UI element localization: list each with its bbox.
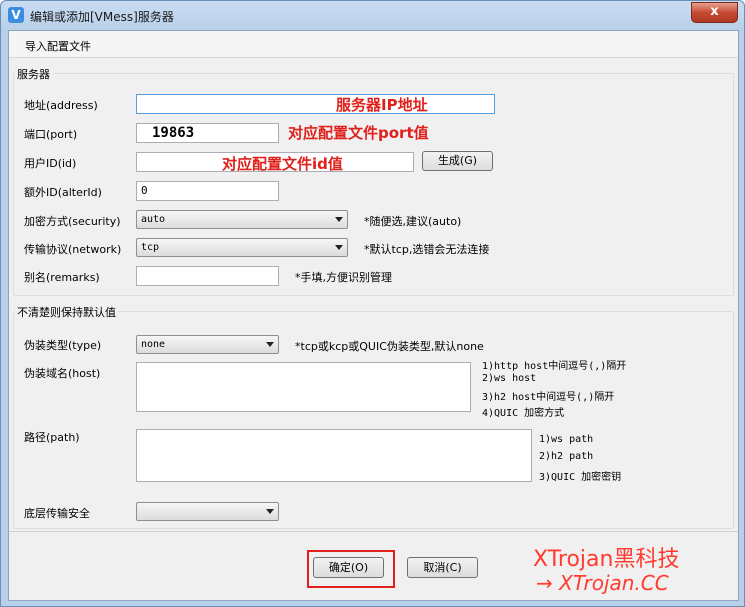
title-bar[interactable]: V 编辑或添加[VMess]服务器 x — [1, 1, 744, 29]
ok-button[interactable]: 确定(O) — [313, 557, 384, 578]
host-hint-2: 2)ws host — [482, 373, 537, 384]
security-label: 加密方式(security) — [24, 215, 121, 228]
port-value: 19863 — [152, 125, 195, 141]
host-textarea[interactable] — [136, 362, 471, 412]
dialog-window: V 编辑或添加[VMess]服务器 x 导入配置文件 服务器 地址(addres… — [0, 0, 745, 607]
type-hint: *tcp或kcp或QUIC伪装类型,默认none — [295, 340, 484, 353]
watermark-url: → XTrojan.CC — [536, 571, 669, 595]
path-hint-1: 1)ws path — [539, 434, 594, 445]
security-hint: *随便选,建议(auto) — [364, 215, 462, 228]
alterid-label: 额外ID(alterId) — [24, 186, 102, 199]
menu-bar: 导入配置文件 — [9, 31, 738, 58]
port-input[interactable]: 19863 — [136, 123, 279, 143]
network-hint: *默认tcp,选错会无法连接 — [364, 243, 490, 256]
address-input[interactable] — [136, 94, 495, 114]
defaults-group-legend: 不清楚则保持默认值 — [15, 304, 118, 320]
generate-id-button[interactable]: 生成(G) — [422, 151, 493, 171]
port-annotation: 对应配置文件port值 — [288, 124, 429, 142]
alterid-input[interactable]: 0 — [136, 181, 279, 201]
server-group-legend: 服务器 — [15, 66, 52, 82]
network-select[interactable]: tcp — [136, 238, 348, 257]
remarks-hint: *手填,方便识别管理 — [295, 271, 392, 284]
menu-import-config[interactable]: 导入配置文件 — [25, 38, 91, 54]
port-label: 端口(port) — [24, 128, 78, 141]
id-annotation: 对应配置文件id值 — [222, 155, 343, 173]
type-label: 伪装类型(type) — [24, 339, 102, 352]
type-value: none — [141, 339, 166, 350]
tls-label: 底层传输安全 — [24, 507, 90, 520]
path-hint-3: 3)QUIC 加密密钥 — [539, 472, 622, 483]
chevron-down-icon — [335, 217, 343, 222]
remarks-label: 别名(remarks) — [24, 271, 100, 284]
host-hint-4: 4)QUIC 加密方式 — [482, 408, 565, 419]
security-select[interactable]: auto — [136, 210, 348, 229]
footer-divider — [9, 531, 738, 532]
security-value: auto — [141, 214, 166, 225]
type-select[interactable]: none — [136, 335, 279, 354]
network-label: 传输协议(network) — [24, 243, 122, 256]
chevron-down-icon — [266, 509, 274, 514]
host-label: 伪装域名(host) — [24, 367, 101, 380]
network-value: tcp — [141, 242, 160, 253]
chevron-down-icon — [266, 342, 274, 347]
app-icon: V — [8, 7, 24, 23]
address-annotation: 服务器IP地址 — [336, 96, 428, 114]
id-label: 用户ID(id) — [24, 157, 77, 170]
path-hint-2: 2)h2 path — [539, 451, 594, 462]
cancel-button[interactable]: 取消(C) — [407, 557, 478, 578]
chevron-down-icon — [335, 245, 343, 250]
path-textarea[interactable] — [136, 429, 532, 482]
host-hint-1: 1)http host中间逗号(,)隔开 — [482, 361, 627, 372]
watermark-title: XTrojan黑科技 — [533, 547, 680, 572]
window-title: 编辑或添加[VMess]服务器 — [30, 10, 174, 24]
close-button[interactable]: x — [691, 2, 738, 23]
dialog-client-area: 导入配置文件 服务器 地址(address) 服务器IP地址 端口(port) … — [8, 30, 739, 601]
tls-select[interactable] — [136, 502, 279, 521]
address-label: 地址(address) — [24, 99, 98, 112]
remarks-input[interactable] — [136, 266, 279, 286]
host-hint-3: 3)h2 host中间逗号(,)隔开 — [482, 392, 615, 403]
path-label: 路径(path) — [24, 431, 80, 444]
